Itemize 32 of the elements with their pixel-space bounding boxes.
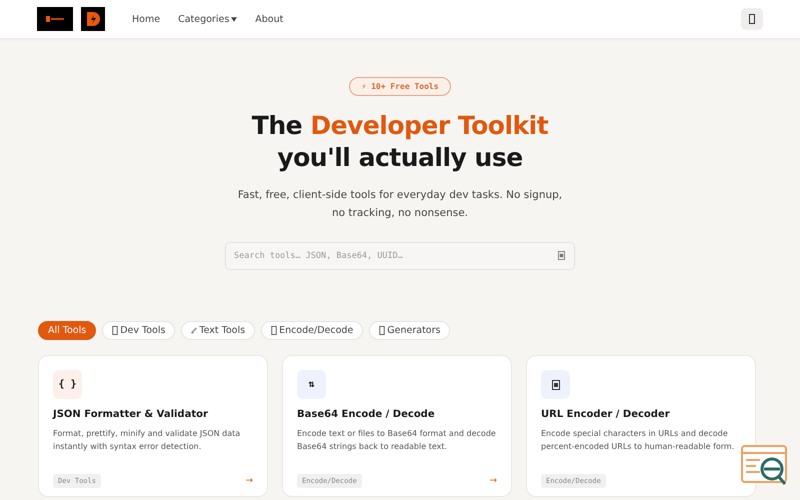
card-title: URL Encoder / Decoder [541, 409, 671, 420]
nav-link[interactable]: About [255, 14, 284, 24]
filter-tab[interactable]: Generators [369, 321, 450, 340]
box-icon [112, 326, 118, 335]
card-description: Encode special characters in URLs and decode percent-encoded URLs to human-readable form. [541, 428, 736, 453]
card-icon: ⇅ [297, 370, 326, 399]
box-icon [271, 326, 278, 335]
search-field[interactable]: Search tools… JSON, Base64, UUID… [225, 242, 575, 270]
pen-icon [191, 326, 198, 335]
filter-tab[interactable]: All Tools [38, 321, 96, 340]
nav-link[interactable]: Home [132, 14, 160, 24]
menu-button[interactable] [741, 8, 763, 30]
nav-link[interactable]: Categories [178, 14, 238, 24]
card-description: Format, prettify, minify and validate JSON data instantly with syntax error detection. [53, 428, 242, 453]
card-title: JSON Formatter & Validator [53, 409, 209, 420]
box-icon [379, 326, 386, 335]
logo-icon[interactable] [37, 7, 73, 31]
logo-icon[interactable] [81, 7, 105, 31]
card-icon: { } [53, 370, 82, 399]
filter-tab[interactable]: Encode/Decode [261, 321, 364, 340]
box-icon [558, 251, 565, 260]
badge: ⚡ 10+ Free Tools [349, 77, 451, 96]
hero-title: The Developer Toolkit you'll actually use [252, 110, 548, 174]
filter-tab[interactable]: Text Tools [181, 321, 256, 340]
arrow-icon: → [489, 476, 497, 486]
hero-subtitle: Fast, free, client-side tools for everyday dev tasks. No signup, no tracking, no nonsense. [236, 188, 564, 221]
magnifier-icon[interactable] [740, 445, 790, 487]
filter-tab[interactable]: Dev Tools [102, 321, 176, 340]
card-description: Encode text or files to Base64 format and decode Base64 strings back to readable text. [297, 428, 497, 453]
box-icon [749, 14, 755, 24]
card-title: Base64 Encode / Decode [297, 409, 436, 420]
arrow-icon: → [245, 476, 253, 486]
